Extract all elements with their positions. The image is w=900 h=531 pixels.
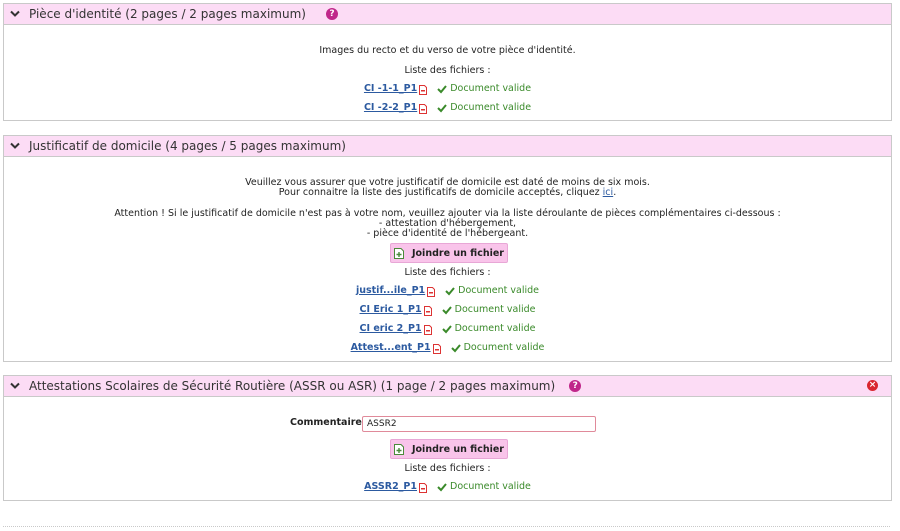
panel-domicile: Justificatif de domicile (4 pages / 5 pa…	[3, 135, 892, 362]
file-link[interactable]: Attest...ent_P1	[351, 342, 431, 353]
status-badge: Document valide	[441, 323, 536, 334]
status-text: Document valide	[450, 102, 532, 113]
pdf-icon[interactable]	[419, 103, 428, 114]
list-item: Attest...ent_P1 Document valide	[4, 342, 891, 354]
file-link[interactable]: CI eric 2_P1	[360, 323, 422, 334]
list-item: CI -1-1_P1 Document valide	[4, 83, 891, 95]
remove-icon[interactable]: ×	[867, 380, 878, 391]
comment-label: Commentaire	[290, 417, 362, 428]
panel-header[interactable]: Justificatif de domicile (4 pages / 5 pa…	[4, 136, 891, 157]
chevron-down-icon[interactable]	[10, 9, 20, 19]
file-link[interactable]: CI Eric 1_P1	[360, 304, 422, 315]
chevron-down-icon[interactable]	[10, 381, 20, 391]
panel-body: Veuillez vous assurer que votre justific…	[4, 157, 891, 361]
panel-header[interactable]: Pièce d'identité (2 pages / 2 pages maxi…	[4, 4, 891, 25]
instruction-text: Pour connaitre la liste des justificatif…	[278, 187, 603, 198]
pdf-icon[interactable]	[432, 343, 441, 354]
join-file-button[interactable]: Joindre un fichier	[390, 243, 508, 263]
panel-body: Commentaire Joindre un fichier Liste des…	[4, 397, 891, 500]
comment-input[interactable]	[362, 416, 596, 432]
chevron-down-icon[interactable]	[10, 141, 20, 151]
status-badge: Document valide	[450, 342, 545, 353]
pdf-icon[interactable]	[419, 482, 427, 493]
panel-title: Justificatif de domicile (4 pages / 5 pa…	[29, 139, 346, 153]
list-item: justif...ile_P1 Document valide	[4, 285, 891, 297]
panel-title: Pièce d'identité (2 pages / 2 pages maxi…	[29, 7, 306, 21]
attach-file-icon	[394, 443, 404, 455]
description: Images du recto et du verso de votre piè…	[319, 45, 576, 56]
panel-title: Attestations Scolaires de Sécurité Routi…	[29, 379, 556, 393]
status-badge: Document valide	[437, 102, 531, 113]
join-file-button[interactable]: Joindre un fichier	[390, 439, 508, 459]
check-icon	[441, 324, 452, 334]
status-text: Document valide	[454, 304, 536, 315]
pdf-icon[interactable]	[427, 286, 436, 297]
status-text: Document valide	[463, 342, 545, 353]
list-item: ASSR2_P1 Document valide	[4, 481, 891, 493]
list-item: CI eric 2_P1 Document valide	[4, 323, 891, 335]
check-icon	[437, 482, 447, 492]
list-item: CI Eric 1_P1 Document valide	[4, 304, 891, 316]
file-link[interactable]: CI -2-2_P1	[364, 102, 417, 113]
accepted-list-link[interactable]: ici	[603, 187, 614, 198]
help-icon[interactable]: ?	[325, 8, 338, 20]
files-label: Liste des fichiers :	[404, 463, 491, 474]
instruction-text: .	[613, 187, 617, 198]
file-link[interactable]: justif...ile_P1	[356, 285, 425, 296]
panel-header[interactable]: Attestations Scolaires de Sécurité Routi…	[4, 376, 891, 397]
check-icon	[450, 343, 461, 353]
attach-file-icon	[394, 247, 404, 259]
check-icon	[441, 305, 452, 315]
status-text: Document valide	[450, 481, 531, 492]
pdf-icon[interactable]	[423, 305, 432, 316]
pdf-icon[interactable]	[423, 324, 432, 335]
status-badge: Document valide	[441, 304, 536, 315]
check-icon	[437, 84, 447, 94]
file-link[interactable]: CI -1-1_P1	[364, 83, 417, 94]
divider	[3, 526, 890, 527]
join-file-label: Joindre un fichier	[412, 247, 504, 259]
status-text: Document valide	[454, 323, 536, 334]
status-text: Document valide	[450, 83, 532, 94]
status-text: Document valide	[458, 285, 540, 296]
check-icon	[445, 286, 455, 296]
panel-assr: Attestations Scolaires de Sécurité Routi…	[3, 375, 892, 501]
status-badge: Document valide	[437, 83, 531, 94]
files-label: Liste des fichiers :	[404, 65, 491, 76]
panel-identity: Pièce d'identité (2 pages / 2 pages maxi…	[3, 3, 892, 121]
panel-body: Images du recto et du verso de votre piè…	[4, 25, 891, 120]
list-item: CI -2-2_P1 Document valide	[4, 102, 891, 114]
files-label: Liste des fichiers :	[404, 267, 491, 278]
file-link[interactable]: ASSR2_P1	[364, 481, 417, 492]
status-badge: Document valide	[437, 481, 531, 492]
status-badge: Document valide	[445, 285, 539, 296]
instruction-line: Pour connaitre la liste des justificatif…	[4, 187, 891, 198]
pdf-icon[interactable]	[419, 84, 428, 95]
bullet: - pièce d'identité de l'hébergeant.	[366, 228, 529, 239]
check-icon	[437, 103, 447, 113]
help-icon[interactable]: ?	[569, 380, 582, 392]
join-file-label: Joindre un fichier	[412, 443, 504, 455]
